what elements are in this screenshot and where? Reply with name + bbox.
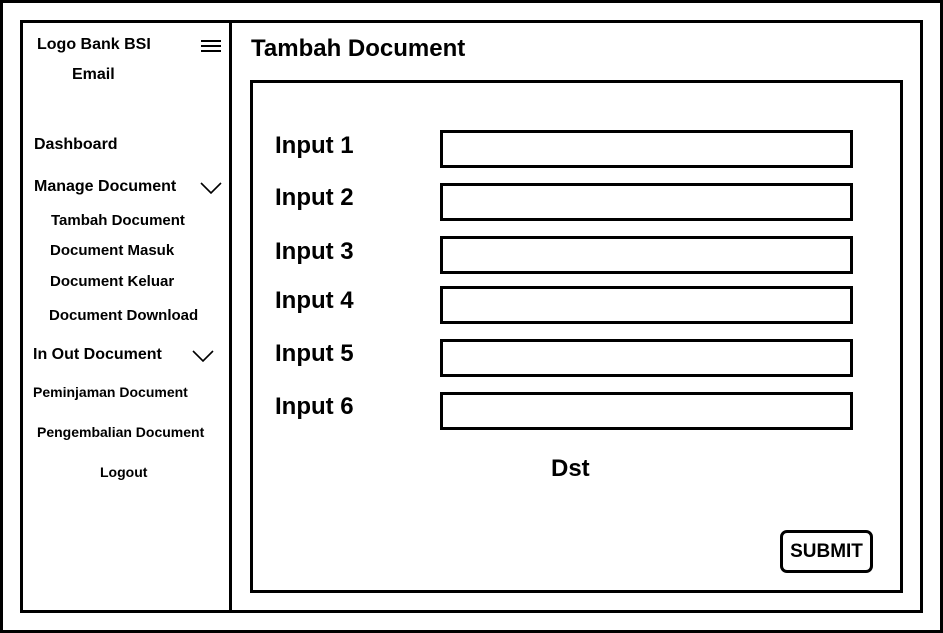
sidebar-item-document-masuk[interactable]: Document Masuk [50, 242, 174, 259]
submit-button[interactable]: SUBMIT [780, 530, 873, 573]
input-4-label: Input 4 [275, 287, 354, 314]
input-2-label: Input 2 [275, 184, 354, 211]
chevron-down-icon[interactable] [192, 350, 214, 362]
input-6-label: Input 6 [275, 393, 354, 420]
sidebar-item-manage-document[interactable]: Manage Document [34, 178, 176, 196]
input-1-field[interactable] [440, 130, 853, 168]
more-fields-text: Dst [551, 455, 590, 482]
sidebar-item-document-download[interactable]: Document Download [49, 307, 198, 324]
sidebar-item-dashboard[interactable]: Dashboard [34, 136, 118, 154]
input-6-field[interactable] [440, 392, 853, 430]
sidebar-item-pengembalian-document[interactable]: Pengembalian Document [37, 424, 204, 440]
input-2-field[interactable] [440, 183, 853, 221]
hamburger-menu-icon[interactable] [201, 40, 221, 52]
input-4-field[interactable] [440, 286, 853, 324]
sidebar-item-tambah-document[interactable]: Tambah Document [51, 212, 185, 229]
input-3-field[interactable] [440, 236, 853, 274]
input-5-label: Input 5 [275, 340, 354, 367]
sidebar-item-document-keluar[interactable]: Document Keluar [50, 273, 174, 290]
sidebar-item-peminjaman-document[interactable]: Peminjaman Document [33, 384, 188, 400]
sidebar-divider [229, 20, 232, 613]
logout-link[interactable]: Logout [100, 464, 147, 480]
logo: Logo Bank BSI [37, 36, 151, 53]
input-1-label: Input 1 [275, 132, 354, 159]
chevron-down-icon[interactable] [200, 182, 222, 194]
page-title: Tambah Document [251, 35, 466, 62]
user-email: Email [72, 66, 115, 83]
input-5-field[interactable] [440, 339, 853, 377]
sidebar-item-in-out-document[interactable]: In Out Document [33, 346, 162, 364]
input-3-label: Input 3 [275, 238, 354, 265]
